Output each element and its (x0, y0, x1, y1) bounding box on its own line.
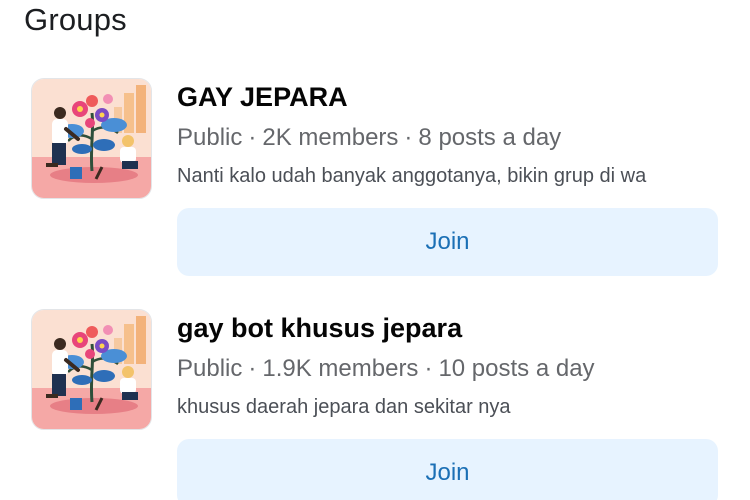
group-members: 1.9K members (262, 355, 419, 382)
group-thumbnail-icon[interactable] (31, 309, 152, 430)
group-activity: 10 posts a day (438, 355, 595, 382)
group-name[interactable]: gay bot khusus jepara (177, 313, 462, 344)
join-button[interactable]: Join (177, 208, 718, 276)
meta-separator: · (404, 124, 413, 151)
group-meta: Public · 2K members · 8 posts a day (177, 124, 561, 152)
groups-search-results: Groups GAY JEPARA Public · 2K members · … (0, 0, 750, 500)
group-privacy: Public (177, 124, 243, 151)
group-meta: Public · 1.9K members · 10 posts a day (177, 355, 595, 383)
group-members: 2K members (262, 124, 399, 151)
meta-separator: · (248, 124, 257, 151)
group-activity: 8 posts a day (418, 124, 562, 151)
group-thumbnail-icon[interactable] (31, 78, 152, 199)
meta-separator: · (424, 355, 433, 382)
group-name[interactable]: GAY JEPARA (177, 82, 348, 113)
join-button[interactable]: Join (177, 439, 718, 500)
group-description: khusus daerah jepara dan sekitar nya (177, 396, 511, 418)
group-description: Nanti kalo udah banyak anggotanya, bikin… (177, 165, 647, 187)
meta-separator: · (248, 355, 257, 382)
section-title: Groups (24, 2, 127, 37)
group-privacy: Public (177, 355, 243, 382)
